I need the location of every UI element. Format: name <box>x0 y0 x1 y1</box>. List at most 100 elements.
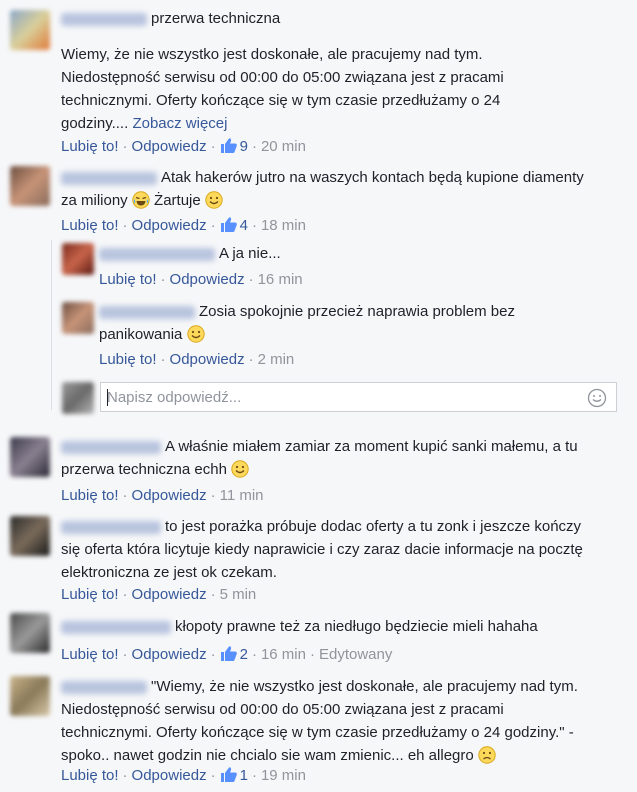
like-button[interactable]: Lubię to! <box>61 646 119 663</box>
author-name[interactable] <box>99 305 195 319</box>
avatar[interactable] <box>10 10 50 50</box>
reply-input[interactable] <box>107 387 577 407</box>
reply-button[interactable]: Odpowiedz <box>132 138 207 155</box>
avatar[interactable] <box>10 613 50 653</box>
comment-body-line: to jest porażka próbuje dodac oferty a t… <box>61 515 583 538</box>
comment-body-line: się oferta która licytuje kiedy naprawic… <box>61 541 583 558</box>
reply-box[interactable] <box>100 382 617 412</box>
comment-body-line: Niedostępność serwisu od 00:00 do 05:00 … <box>61 701 504 718</box>
author-name[interactable] <box>61 440 161 454</box>
like-button[interactable]: Lubię to! <box>61 767 119 784</box>
avatar[interactable] <box>10 166 50 206</box>
reply-button[interactable]: Odpowiedz <box>132 217 207 234</box>
reply-text: Zosia spokojnie przecież naprawia proble… <box>199 303 515 320</box>
avatar[interactable] <box>10 437 50 477</box>
separator: · <box>122 138 128 155</box>
smile-emoji <box>205 191 223 209</box>
comment-body-line: Wiemy, że nie wszystko jest doskonałe, a… <box>61 46 483 63</box>
separator: · <box>122 646 128 663</box>
avatar[interactable] <box>10 516 50 556</box>
reply-body: A ja nie... <box>99 242 281 265</box>
separator: · <box>309 646 315 663</box>
comment-text: kłopoty prawne też za niedługo będziecie… <box>175 618 538 635</box>
comment-actions: Lubię to! · Odpowiedz · 2 · 16 min · Edytowany <box>61 645 392 663</box>
timestamp[interactable]: 16 min <box>261 646 306 663</box>
like-button[interactable]: Lubię to! <box>61 487 119 504</box>
like-button[interactable]: Lubię to! <box>61 138 119 155</box>
separator: · <box>248 271 254 288</box>
reply-body: Zosia spokojnie przecież naprawia proble… <box>99 300 515 346</box>
comment-body-line: Niedostępność serwisu od 00:00 do 05:00 … <box>61 69 504 86</box>
comment-body-line: godziny.... Zobacz więcej <box>61 112 504 135</box>
author-name[interactable] <box>61 12 147 26</box>
timestamp[interactable]: 19 min <box>261 767 306 784</box>
comment-body-line: technicznymi. Oferty kończące się w tym … <box>61 92 501 109</box>
reply-button[interactable]: Odpowiedz <box>132 767 207 784</box>
comment-body: Atak hakerów jutro na waszych kontach bę… <box>61 166 584 212</box>
comment-body-text: godziny.... <box>61 115 129 132</box>
avatar[interactable] <box>62 243 94 275</box>
thumbs-up-icon[interactable] <box>220 766 238 783</box>
comment-actions: Lubię to! · Odpowiedz · 11 min <box>61 487 264 504</box>
thumbs-up-icon[interactable] <box>220 137 238 154</box>
comment-body: kłopoty prawne też za niedługo będziecie… <box>61 615 538 638</box>
reply-actions: Lubię to! · Odpowiedz · 16 min <box>99 271 303 288</box>
author-name[interactable] <box>61 680 147 694</box>
like-button[interactable]: Lubię to! <box>61 217 119 234</box>
comment-body-line: technicznymi. Oferty kończące się w tym … <box>61 724 574 741</box>
edited-label[interactable]: Edytowany <box>319 646 392 663</box>
comment-actions: Lubię to! · Odpowiedz · 1 · 19 min <box>61 766 306 784</box>
reply-body-line: Zosia spokojnie przecież naprawia proble… <box>99 300 515 323</box>
separator: · <box>122 487 128 504</box>
like-button[interactable]: Lubię to! <box>99 351 157 368</box>
timestamp[interactable]: 2 min <box>258 351 295 368</box>
like-button[interactable]: Lubię to! <box>61 586 119 603</box>
timestamp[interactable]: 5 min <box>220 586 257 603</box>
like-button[interactable]: Lubię to! <box>99 271 157 288</box>
timestamp[interactable]: 18 min <box>261 217 306 234</box>
avatar <box>62 382 94 414</box>
thumbs-up-icon[interactable] <box>220 645 238 662</box>
comment-text: za miliony <box>61 192 128 209</box>
avatar[interactable] <box>62 302 94 334</box>
smile-emoji <box>231 460 249 478</box>
like-count[interactable]: 1 <box>240 767 248 784</box>
avatar[interactable] <box>10 676 50 716</box>
separator: · <box>251 217 257 234</box>
separator: · <box>210 767 216 784</box>
timestamp[interactable]: 16 min <box>258 271 303 288</box>
timestamp[interactable]: 11 min <box>220 487 264 504</box>
sad-emoji <box>478 746 496 764</box>
author-name[interactable] <box>99 247 215 261</box>
timestamp[interactable]: 20 min <box>261 138 306 155</box>
like-count[interactable]: 9 <box>240 138 248 155</box>
reply-button[interactable]: Odpowiedz <box>132 586 207 603</box>
separator: · <box>251 646 257 663</box>
reply-button[interactable]: Odpowiedz <box>132 487 207 504</box>
comment-text: A właśnie miałem zamiar za moment kupić … <box>165 438 578 455</box>
comment-text: przerwa techniczna <box>151 10 281 27</box>
like-count[interactable]: 4 <box>240 217 248 234</box>
comment-body-line: spoko.. nawet godzin nie chcialo sie wam… <box>61 744 578 767</box>
separator: · <box>160 351 166 368</box>
comment-body-line: A właśnie miałem zamiar za moment kupić … <box>61 435 578 458</box>
smiley-outline-icon[interactable] <box>587 388 607 408</box>
comment-text: Żartuje <box>154 192 201 209</box>
like-count[interactable]: 2 <box>240 646 248 663</box>
separator: · <box>210 646 216 663</box>
see-more-link[interactable]: Zobacz więcej <box>132 115 227 132</box>
author-name[interactable] <box>61 620 171 634</box>
separator: · <box>122 586 128 603</box>
comment-body-line: "Wiemy, że nie wszystko jest doskonałe, … <box>61 675 578 698</box>
comment-text: spoko.. nawet godzin nie chcialo sie wam… <box>61 747 474 764</box>
comment-body: to jest porażka próbuje dodac oferty a t… <box>61 515 583 584</box>
reply-button[interactable]: Odpowiedz <box>170 351 245 368</box>
comment-body-line: elektroniczna ze jest ok czekam. <box>61 564 277 581</box>
smile-emoji <box>186 325 205 343</box>
author-name[interactable] <box>61 171 157 185</box>
comment-body-line: za miliony Żartuje <box>61 189 584 212</box>
reply-button[interactable]: Odpowiedz <box>170 271 245 288</box>
reply-button[interactable]: Odpowiedz <box>132 646 207 663</box>
author-name[interactable] <box>61 520 161 534</box>
thumbs-up-icon[interactable] <box>220 216 238 233</box>
